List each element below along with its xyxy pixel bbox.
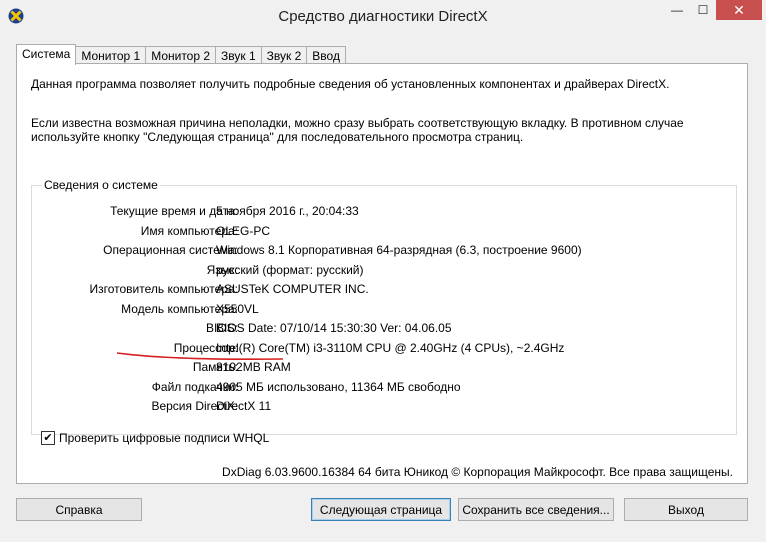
tab-strip: Система Монитор 1 Монитор 2 Звук 1 Звук … bbox=[16, 44, 346, 65]
title-bar: Средство диагностики DirectX — ☐ ✕ bbox=[0, 0, 766, 33]
checkmark-icon: ✔ bbox=[43, 432, 53, 444]
tab-system[interactable]: Система bbox=[16, 44, 77, 65]
save-all-info-button[interactable]: Сохранить все сведения... bbox=[458, 498, 614, 521]
info-row-pagefile: Файл подкачки: 4905 МБ использовано, 113… bbox=[32, 380, 738, 395]
whql-checkbox[interactable]: ✔ bbox=[41, 431, 55, 445]
system-info-group: Сведения о системе Текущие время и дата:… bbox=[31, 178, 738, 435]
maximize-button[interactable]: ☐ bbox=[690, 0, 716, 20]
info-value: X550VL bbox=[216, 301, 259, 316]
next-page-button[interactable]: Следующая страница bbox=[311, 498, 451, 521]
info-row-model: Модель компьютера: X550VL bbox=[32, 302, 738, 317]
window-title: Средство диагностики DirectX bbox=[278, 8, 488, 25]
info-row-computer-name: Имя компьютера: OLEG-PC bbox=[32, 224, 738, 239]
info-value: DirectX 11 bbox=[216, 399, 272, 413]
info-value: русский (формат: русский) bbox=[216, 262, 364, 277]
info-row-bios: BIOS: BIOS Date: 07/10/14 15:30:30 Ver: … bbox=[32, 321, 738, 336]
minimize-button[interactable]: — bbox=[664, 0, 690, 20]
exit-button[interactable]: Выход bbox=[624, 498, 748, 521]
copyright-text: DxDiag 6.03.9600.16384 64 бита Юникод © … bbox=[222, 465, 733, 479]
red-underline-annotation bbox=[116, 352, 284, 361]
info-row-language: Язык: русский (формат: русский) bbox=[32, 263, 738, 278]
help-button[interactable]: Справка bbox=[16, 498, 142, 521]
info-row-manufacturer: Изготовитель компьютера: ASUSTeK COMPUTE… bbox=[32, 282, 738, 297]
info-row-os: Операционная система: Windows 8.1 Корпор… bbox=[32, 243, 738, 258]
info-value: Windows 8.1 Корпоративная 64-разрядная (… bbox=[216, 243, 582, 257]
info-row-directx-version: Версия DirectX: DirectX 11 bbox=[32, 399, 738, 414]
whql-checkbox-label: Проверить цифровые подписи WHQL bbox=[59, 431, 270, 445]
close-button[interactable]: ✕ bbox=[716, 0, 762, 20]
info-value: BIOS Date: 07/10/14 15:30:30 Ver: 04.06.… bbox=[216, 321, 452, 335]
group-title: Сведения о системе bbox=[42, 178, 160, 192]
intro-text: Данная программа позволяет получить подр… bbox=[31, 77, 670, 91]
info-value: 4905 МБ использовано, 11364 МБ свободно bbox=[216, 379, 461, 394]
info-row-datetime: Текущие время и дата: 5 ноября 2016 г., … bbox=[32, 204, 738, 219]
system-tab-panel: Данная программа позволяет получить подр… bbox=[16, 63, 748, 484]
intro-hint-text: Если известна возможная причина неполадк… bbox=[31, 116, 684, 144]
info-value: OLEG-PC bbox=[216, 223, 271, 238]
info-value: 5 ноября 2016 г., 20:04:33 bbox=[216, 204, 359, 218]
whql-checkbox-row[interactable]: ✔ Проверить цифровые подписи WHQL bbox=[41, 431, 269, 445]
info-value: ASUSTeK COMPUTER INC. bbox=[216, 282, 369, 296]
